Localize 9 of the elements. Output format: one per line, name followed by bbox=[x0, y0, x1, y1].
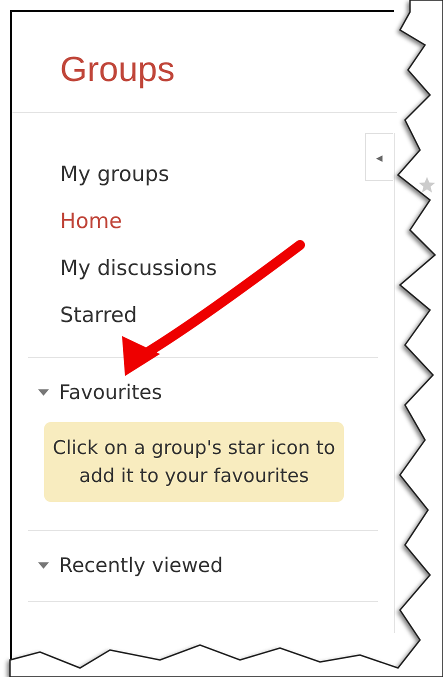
nav-link[interactable]: Starred bbox=[60, 292, 138, 339]
hint-message: Click on a group's star icon to add it to your favourites bbox=[44, 422, 344, 502]
app-title: Groups bbox=[60, 50, 176, 90]
section-heading[interactable]: Favourites bbox=[59, 380, 162, 404]
nav-link[interactable]: My discussions bbox=[60, 245, 217, 292]
section-heading[interactable]: Recently viewed bbox=[59, 553, 223, 577]
collapse-button[interactable]: ◂ bbox=[365, 133, 393, 181]
nav-link[interactable]: Home bbox=[60, 198, 122, 245]
nav-link[interactable]: My groups bbox=[60, 151, 170, 198]
